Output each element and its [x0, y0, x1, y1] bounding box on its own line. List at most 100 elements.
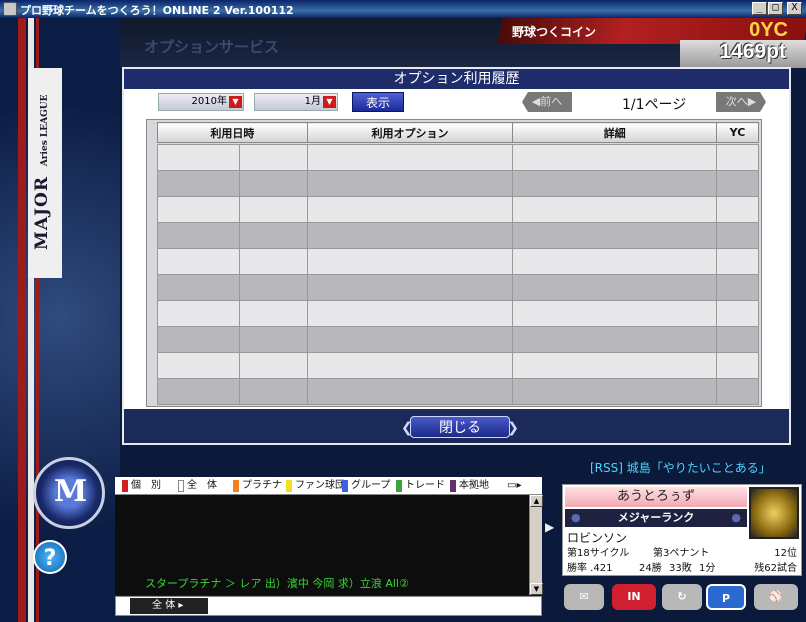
tab-group[interactable]: グループ: [341, 478, 390, 494]
close-window-button[interactable]: X: [787, 2, 802, 15]
rss-ticker[interactable]: [RSS] 城島「やりたいことある」: [590, 459, 771, 476]
team-name: あうとろぅず: [565, 487, 747, 507]
tab-more-icon[interactable]: ▭▸: [507, 478, 521, 494]
table-cell: [157, 248, 240, 275]
table-header-row: 利用日時 利用オプション 詳細 YC: [157, 122, 759, 143]
chat-scope-select[interactable]: 全 体 ▸: [130, 598, 208, 614]
table-cell: [512, 326, 718, 353]
rank-emblem: [749, 487, 799, 539]
chat-message: スタープラチナ ＞ レア 出）濱中 今岡 求）立浪 All②: [145, 577, 409, 590]
expand-arrow-icon[interactable]: ▶: [545, 520, 555, 540]
dialog-body: 2010年 ▼ 1月 ▼ 表示 ◀前へ 1/1ページ 次へ▶ 利用日時 利用オプ…: [124, 89, 789, 409]
result-icon[interactable]: ⚾: [754, 584, 798, 610]
tab-individual[interactable]: 個 別: [121, 478, 161, 494]
table-cell: [716, 248, 759, 275]
table-cell: [306, 222, 514, 249]
table-cell: [306, 352, 514, 379]
scroll-down-icon[interactable]: ▼: [530, 583, 543, 595]
table-cell: [238, 248, 308, 275]
tab-color-icon: [286, 480, 292, 492]
scroll-up-icon[interactable]: ▲: [530, 495, 543, 507]
table-cell: [512, 222, 718, 249]
table-cell: [157, 222, 240, 249]
tab-label: ファン球団: [295, 480, 345, 491]
option-history-dialog: オプション利用履歴 2010年 ▼ 1月 ▼ 表示 ◀前へ 1/1ページ 次へ▶…: [122, 67, 791, 445]
page-indicator: 1/1ページ: [622, 97, 687, 113]
tab-color-icon: [450, 480, 456, 492]
table-cell: [512, 378, 718, 405]
login-button[interactable]: IN: [612, 584, 656, 610]
table-row: [157, 326, 759, 353]
table-cell: [512, 300, 718, 327]
table-row: [157, 274, 759, 301]
table-cell: [716, 352, 759, 379]
tab-home[interactable]: 本拠地: [449, 478, 489, 494]
month-select[interactable]: 1月 ▼: [254, 93, 338, 111]
tab-color-icon: [396, 480, 402, 492]
chat-scrollbar[interactable]: ▲ ▼: [529, 495, 543, 595]
chevron-down-icon: ▼: [323, 96, 336, 108]
table-cell: [306, 274, 514, 301]
column-header: 利用オプション: [306, 122, 514, 143]
tab-label: 本拠地: [459, 480, 489, 491]
minimize-button[interactable]: _: [752, 2, 767, 15]
coin-label: 野球つくコイン: [512, 25, 597, 39]
maximize-button[interactable]: □: [768, 2, 783, 15]
prev-page-button[interactable]: ◀前へ: [522, 92, 572, 112]
refresh-icon[interactable]: ↻: [662, 584, 702, 610]
table-cell: [157, 196, 240, 223]
player-card: あうとろぅず ● メジャーランク ● ロビンソン 第18サイクル 第3ペナント …: [562, 484, 802, 576]
window-titlebar: プロ野球チームをつくろう！ONLINE 2 Ver.100112 _ □ X: [0, 0, 806, 18]
table-cell: [512, 248, 718, 275]
close-dialog-button[interactable]: ❮ 閉じる ❯: [401, 416, 519, 438]
tab-color-icon: [233, 480, 239, 492]
rank-label: メジャーランク: [617, 511, 695, 524]
tab-all[interactable]: 全 体: [177, 478, 217, 494]
table-cell: [512, 170, 718, 197]
tab-trade[interactable]: トレード: [395, 478, 445, 494]
chat-input-row[interactable]: 全 体 ▸: [115, 596, 542, 616]
cycle: 第18サイクル: [567, 548, 630, 559]
tab-label: 全 体: [187, 480, 217, 491]
table-row: [157, 170, 759, 197]
table-cell: [716, 196, 759, 223]
table-row: [157, 352, 759, 379]
table-cell: [306, 378, 514, 405]
tab-label: 個 別: [131, 480, 161, 491]
table-cell: [512, 196, 718, 223]
show-button[interactable]: 表示: [352, 92, 404, 112]
next-page-button[interactable]: 次へ▶: [716, 92, 766, 112]
league-name: Aries LEAGUE: [40, 94, 50, 167]
help-icon[interactable]: ?: [33, 540, 67, 574]
team-logo[interactable]: M: [33, 457, 105, 529]
table-cell: [716, 326, 759, 353]
team-logo-mark: M: [54, 474, 88, 509]
bracket-left-icon: ❮: [401, 420, 413, 436]
tab-label: トレード: [405, 480, 445, 491]
table-cell: [306, 326, 514, 353]
tab-label: プラチナ: [242, 480, 282, 491]
points-button[interactable]: P: [706, 584, 746, 610]
app-icon: [3, 2, 17, 16]
table-row: [157, 144, 759, 171]
table-cell: [157, 378, 240, 405]
sidebar-stripe: [18, 18, 26, 622]
league-label: MAJOR Aries LEAGUE: [32, 70, 52, 250]
tab-platinum[interactable]: プラチナ: [232, 478, 282, 494]
year-select[interactable]: 2010年 ▼: [158, 93, 244, 111]
table-cell: [716, 300, 759, 327]
table-cell: [512, 274, 718, 301]
table-cell: [306, 170, 514, 197]
standing: 12位: [774, 548, 797, 559]
pennant: 第3ペナント: [653, 548, 710, 559]
table-cell: [716, 144, 759, 171]
mail-icon[interactable]: ✉: [564, 584, 604, 610]
tab-fan-team[interactable]: ファン球団: [285, 478, 345, 494]
table-cell: [157, 170, 240, 197]
coin-value: 0YC: [749, 19, 788, 41]
table-cell: [306, 144, 514, 171]
win-rate: 勝率 .421: [567, 563, 613, 574]
table-cell: [238, 326, 308, 353]
table-row: [157, 248, 759, 275]
table-cell: [157, 274, 240, 301]
